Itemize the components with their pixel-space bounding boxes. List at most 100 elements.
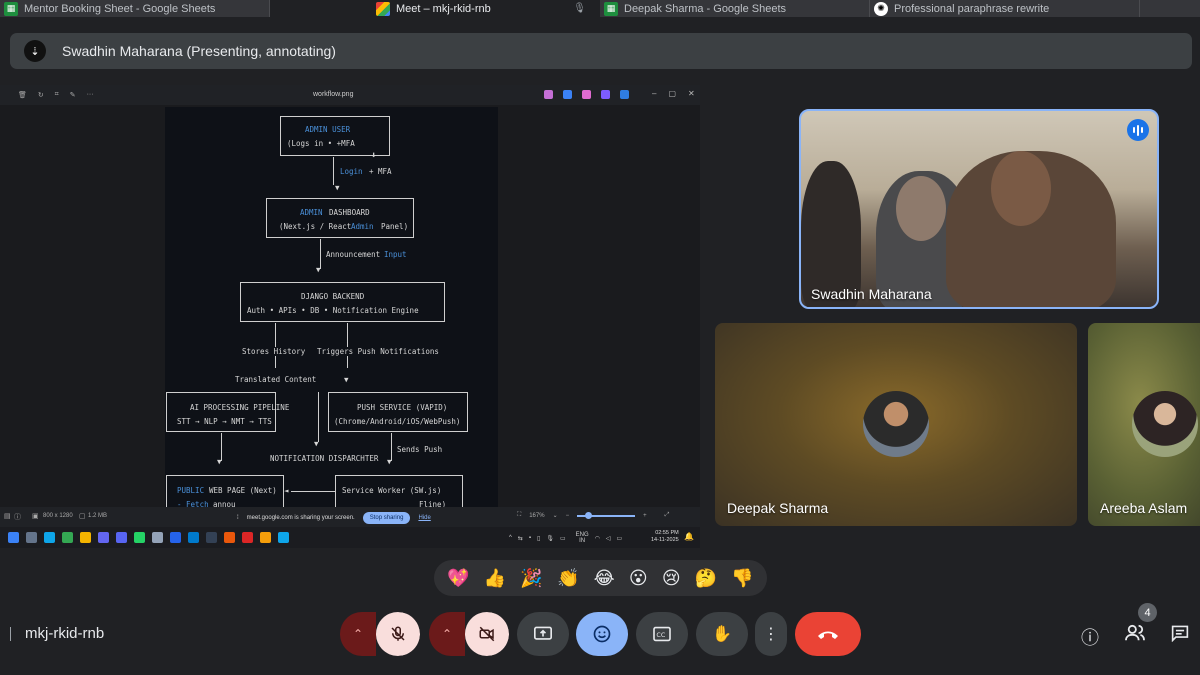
notification-bell-icon[interactable]: 🔔 [684,532,694,541]
participant-name: Deepak Sharma [727,500,829,516]
admin-user-subtitle: (Logs in • +MFA [287,139,355,148]
public-label-a: PUBLIC [177,486,205,495]
start-icon[interactable] [8,532,19,543]
reaction-crying[interactable]: 😢 [662,568,681,589]
whatsapp-icon[interactable] [134,532,145,543]
tab-title: Deepak Sharma - Google Sheets [624,2,787,15]
edit-icon: ✎ [69,92,76,99]
tab-mentor-booking-sheet[interactable]: ▦ Mentor Booking Sheet - Google Sheets [0,0,270,17]
tray-mic-icon: 🎙 [546,535,554,542]
sticky-notes-icon[interactable] [260,532,271,543]
hangup-icon [818,631,838,639]
reaction-thumbs-down[interactable]: 👎 [731,568,753,589]
present-screen-button[interactable] [517,612,569,656]
participant-tile-swadhin[interactable]: Swadhin Maharana [799,109,1159,309]
participant-tile-areeba[interactable]: Areeba Aslam [1088,323,1200,526]
participant-name: Swadhin Maharana [811,286,932,302]
stop-sharing-button[interactable]: Stop sharing [362,512,411,524]
image-viewer-statusbar: ▤ ⓘ ▣ 800 x 1280 ▢ 1.2 MB ⁞ meet.google.… [0,507,700,527]
reaction-thinking[interactable]: 🤔 [695,568,717,589]
chat-icon[interactable] [1170,624,1190,647]
teams-icon[interactable] [98,532,109,543]
dashboard-title-a: ADMIN [300,208,323,217]
camera-options-chevron-up-icon[interactable]: ⌃ [429,612,465,656]
reaction-thumbs-up[interactable]: 👍 [484,568,506,589]
push-service-subtitle: (Chrome/Android/iOS/WebPush) [334,417,461,426]
image-dimensions: 800 x 1280 [43,513,73,519]
service-worker-label: Service Worker (SW.js) [342,486,442,495]
reaction-laughing[interactable]: 😂 [594,568,615,589]
participant-tile-deepak[interactable]: Deepak Sharma [715,323,1077,526]
dimensions-icon: ▣ [32,513,39,520]
film-strip-icon: ▤ [4,513,11,520]
announcement-label: Announcement [326,250,381,259]
firefox-icon[interactable] [224,532,235,543]
zoom-out-icon[interactable]: − [566,513,570,519]
task-view-icon[interactable] [26,532,37,543]
meeting-info-icon[interactable]: ⓘ [1081,624,1099,650]
more-options-button[interactable]: ⋮ [755,612,787,656]
leave-call-button[interactable] [795,612,861,656]
chrome-icon[interactable] [62,532,73,543]
reaction-party-popper[interactable]: 🎉 [520,568,542,589]
workflow-diagram: ADMIN USER (Logs in • +MFA ⬇ ▼ Login + M… [165,107,498,515]
captions-button[interactable]: CC [636,612,688,656]
meeting-code: mkj-rkid-rnb [25,625,105,642]
tab-meet[interactable]: Meet – mkj-rkid-rnb 🎙 [270,0,600,17]
fit-icon[interactable]: ⛶ [517,512,521,519]
people-icon[interactable] [1124,624,1146,647]
more-icon: ··· [86,91,94,98]
django-backend-box [240,282,445,322]
raise-hand-button[interactable]: ✋ [696,612,748,656]
word-icon[interactable] [170,532,181,543]
copilot-icon [544,90,553,99]
edge-icon[interactable] [44,532,55,543]
file-explorer-icon[interactable] [80,532,91,543]
reactions-button[interactable] [576,612,628,656]
reaction-surprised[interactable]: 😮 [629,568,648,589]
delete-icon: 🗑 [18,92,27,99]
mic-off-button[interactable] [376,612,420,656]
chevron-up-icon[interactable]: ^ [509,535,512,541]
app-red-icon[interactable] [242,532,253,543]
admin-user-box [280,116,390,156]
meet-icon [376,1,390,16]
fullscreen-icon[interactable]: ⤢ [665,512,670,519]
terminal-icon[interactable] [152,532,163,543]
zoom-level[interactable]: 167% [529,513,544,519]
presenter-banner: ⇣ Swadhin Maharana (Presenting, annotati… [10,33,1192,69]
presenter-text: Swadhin Maharana (Presenting, annotating… [62,43,336,59]
tray-app-icon: ▪ [528,535,531,541]
zoom-in-icon[interactable]: + [643,513,647,519]
present-icon: ⇣ [24,40,46,62]
reaction-clapping[interactable]: 👏 [557,568,579,589]
photos-icon[interactable] [278,532,289,543]
tab-title: Professional paraphrase rewrite [894,2,1050,15]
captions-icon: CC [653,626,671,642]
hand-icon: ✋ [712,626,732,643]
discord-icon[interactable] [116,532,127,543]
designer-icon [601,90,610,99]
reaction-sparkling-heart[interactable]: 💖 [447,568,469,589]
tab-title: Mentor Booking Sheet - Google Sheets [24,2,216,15]
app-icon[interactable] [206,532,217,543]
tab-title: Meet – mkj-rkid-rnb [396,2,491,15]
viewer-filename: workflow.png [313,91,354,98]
taskbar-clock[interactable]: 02:55 PM 14-11-2025 [651,530,679,544]
ai-pipeline-box [166,392,276,432]
tab-chatgpt[interactable]: ✺ Professional paraphrase rewrite [870,0,1140,17]
camera-off-button[interactable] [465,612,509,656]
shared-screen: 🗑 ↻ ⌗ ✎ ··· workflow.png – ▢ ✕ ADMIN USE… [0,85,700,548]
battery-icon: ▭ [616,535,623,542]
share-grip-icon: ⁞ [237,515,239,521]
divider [10,627,11,641]
vscode-icon[interactable] [188,532,199,543]
chevron-down-icon[interactable]: ⌄ [553,512,558,519]
tab-deepak-sharma-sheet[interactable]: ▦ Deepak Sharma - Google Sheets [600,0,870,17]
hide-share-bar-link[interactable]: Hide [418,515,430,521]
mic-options-chevron-up-icon[interactable]: ⌃ [340,612,376,656]
close-icon: ✕ [688,89,695,98]
triggers-push-label: Triggers Push Notifications [317,347,439,356]
zoom-slider[interactable] [577,511,636,519]
volume-icon: ◁ [605,535,611,542]
